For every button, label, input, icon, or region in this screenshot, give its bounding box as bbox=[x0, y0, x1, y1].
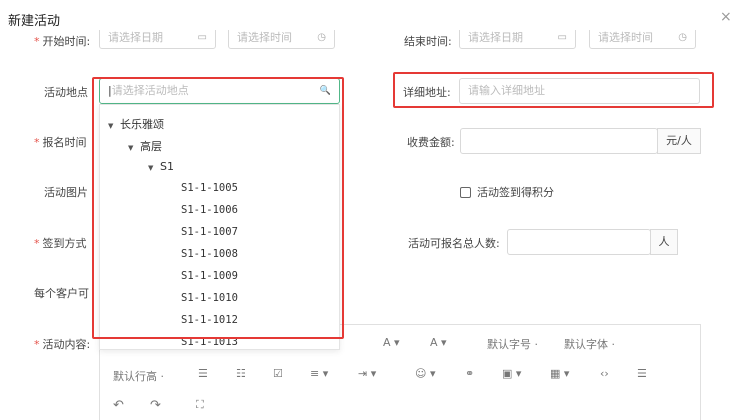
end-date-input[interactable]: 请选择日期 ▭ bbox=[459, 27, 576, 49]
clock-icon: ◷ bbox=[317, 32, 326, 43]
header-mask bbox=[0, 0, 750, 30]
font-color-button[interactable]: A ▾ bbox=[383, 336, 400, 349]
indent-icon[interactable]: ⇥ ▾ bbox=[358, 367, 376, 380]
tree-leaf[interactable]: S1-1-1008 bbox=[181, 248, 238, 260]
location-label: 活动地点 bbox=[44, 86, 88, 99]
points-checkbox[interactable]: 活动签到得积分 bbox=[460, 184, 554, 200]
align-icon[interactable]: ≡ ▾ bbox=[310, 367, 328, 380]
search-icon: 🔍 bbox=[319, 86, 331, 96]
dialog-title-front: 新建活动 bbox=[8, 14, 61, 29]
redo-icon[interactable]: ↷ bbox=[150, 398, 161, 413]
fullscreen-icon[interactable]: ⛶ bbox=[196, 398, 204, 412]
tree-leaf[interactable]: S1-1-1013 bbox=[181, 336, 238, 348]
fee-input[interactable] bbox=[460, 128, 658, 154]
tree-leaf[interactable]: S1-1-1006 bbox=[181, 204, 238, 216]
signup-time-label: * 报名时间 bbox=[34, 136, 87, 149]
image-icon[interactable]: ▣ ▾ bbox=[502, 367, 521, 380]
close-icon-front[interactable]: × bbox=[720, 9, 732, 25]
end-time-input[interactable]: 请选择时间 ◷ bbox=[589, 27, 696, 49]
tree-leaf[interactable]: S1-1-1007 bbox=[181, 226, 238, 238]
start-date-input[interactable]: 请选择日期 ▭ bbox=[99, 27, 216, 49]
tree-node-building[interactable]: ▼ S1 bbox=[148, 160, 174, 173]
location-select[interactable]: |请选择活动地点 🔍 bbox=[99, 78, 340, 104]
font-family-select[interactable]: 默认字体 · bbox=[564, 336, 615, 352]
todo-icon[interactable]: ☑ bbox=[273, 367, 283, 380]
code-icon[interactable]: ‹› bbox=[600, 367, 609, 380]
table-icon[interactable]: ▦ ▾ bbox=[550, 367, 569, 380]
location-tree-dropdown[interactable]: ▼ 长乐雅颂 ▼ 高层 ▼ S1 S1-1-1005 S1-1-1006 S1-1-1… bbox=[99, 104, 340, 350]
bullet-list-icon[interactable]: ☰ bbox=[198, 367, 208, 380]
required-star: * bbox=[34, 237, 40, 250]
address-input[interactable]: 请输入详细地址 bbox=[459, 78, 700, 104]
checkbox-box[interactable] bbox=[460, 187, 471, 198]
emoji-icon[interactable]: ☺ ▾ bbox=[415, 367, 436, 380]
calendar-icon: ▭ bbox=[197, 32, 207, 43]
required-star: * bbox=[34, 35, 40, 48]
per-customer-label: 每个客户可 bbox=[34, 287, 89, 300]
bg-color-button[interactable]: A ▾ bbox=[430, 336, 447, 349]
tree-leaf[interactable]: S1-1-1005 bbox=[181, 182, 238, 194]
required-star: * bbox=[34, 136, 40, 149]
caret-down-icon[interactable]: ▼ bbox=[128, 144, 140, 152]
content-label: * 活动内容: bbox=[34, 338, 91, 351]
divider-icon[interactable]: ☰ bbox=[637, 367, 647, 380]
caret-down-icon[interactable]: ▼ bbox=[108, 122, 120, 130]
capacity-label: 活动可报名总人数: bbox=[408, 237, 500, 250]
start-time-label: * 开始时间: bbox=[34, 35, 91, 48]
fee-label: 收费金额: bbox=[407, 136, 455, 149]
capacity-input[interactable] bbox=[507, 229, 651, 255]
tree-leaf[interactable]: S1-1-1009 bbox=[181, 270, 238, 282]
end-time-label: 结束时间: bbox=[404, 35, 452, 48]
tree-leaf[interactable]: S1-1-1012 bbox=[181, 314, 238, 326]
picture-label: 活动图片 bbox=[44, 186, 88, 199]
calendar-icon: ▭ bbox=[557, 32, 567, 43]
start-time-input[interactable]: 请选择时间 ◷ bbox=[228, 27, 335, 49]
font-size-select[interactable]: 默认字号 · bbox=[487, 336, 538, 352]
address-label: 详细地址: bbox=[403, 86, 451, 99]
line-height-select[interactable]: 默认行高 · bbox=[113, 368, 164, 384]
checkin-label: * 签到方式 bbox=[34, 237, 87, 250]
fee-unit: 元/人 bbox=[657, 128, 701, 154]
numbered-list-icon[interactable]: ☷ bbox=[236, 367, 246, 380]
clock-icon: ◷ bbox=[678, 32, 687, 43]
tree-node-community[interactable]: ▼ 长乐雅颂 bbox=[108, 116, 164, 132]
link-icon[interactable]: ⚭ bbox=[465, 367, 474, 380]
required-star: * bbox=[34, 338, 40, 351]
tree-node-building-type[interactable]: ▼ 高层 bbox=[128, 138, 162, 154]
tree-leaf[interactable]: S1-1-1010 bbox=[181, 292, 238, 304]
caret-down-icon[interactable]: ▼ bbox=[148, 164, 160, 172]
undo-icon[interactable]: ↶ bbox=[113, 398, 124, 413]
capacity-unit: 人 bbox=[650, 229, 678, 255]
